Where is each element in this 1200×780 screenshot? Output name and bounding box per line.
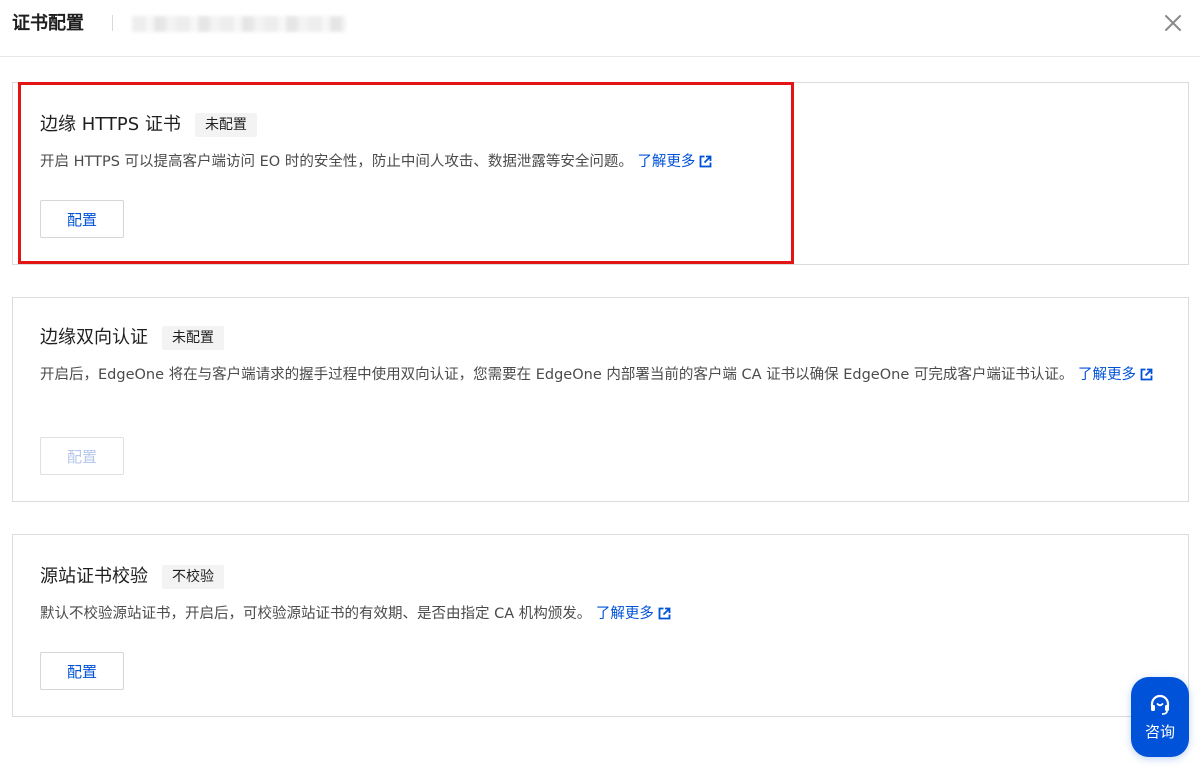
external-link-icon xyxy=(1140,368,1153,381)
consult-button[interactable]: 咨询 xyxy=(1131,677,1189,757)
card-description: 默认不校验源站证书，开启后，可校验源站证书的有效期、是否由指定 CA 机构颁发。… xyxy=(40,603,1168,626)
external-link-icon xyxy=(700,155,712,168)
card-origin-cert-verify: 源站证书校验 不校验 默认不校验源站证书，开启后，可校验源站证书的有效期、是否由… xyxy=(12,534,1189,717)
card-description: 开启后，EdgeOne 将在与客户端请求的握手过程中使用双向认证，您需要在 Ed… xyxy=(40,364,1168,387)
learn-more-label: 了解更多 xyxy=(595,606,654,622)
learn-more-link[interactable]: 了解更多 xyxy=(637,154,712,170)
external-link-icon xyxy=(658,607,671,620)
dialog-header: 证书配置 xyxy=(0,0,1200,57)
learn-more-link[interactable]: 了解更多 xyxy=(596,606,671,622)
status-badge: 未配置 xyxy=(194,113,257,137)
configure-button-disabled[interactable]: 配置 xyxy=(40,437,124,475)
close-icon xyxy=(1165,15,1181,31)
configure-button[interactable]: 配置 xyxy=(40,200,124,238)
close-button[interactable] xyxy=(1160,10,1186,36)
description-text: 开启 HTTPS 可以提高客户端访问 EO 时的安全性，防止中间人攻击、数据泄露… xyxy=(40,154,633,170)
redacted-domain xyxy=(132,16,346,32)
description-text: 开启后，EdgeOne 将在与客户端请求的握手过程中使用双向认证，您需要在 Ed… xyxy=(40,367,1074,383)
card-description: 开启 HTTPS 可以提高客户端访问 EO 时的安全性，防止中间人攻击、数据泄露… xyxy=(40,151,1168,174)
card-edge-https-cert: 边缘 HTTPS 证书 未配置 开启 HTTPS 可以提高客户端访问 EO 时的… xyxy=(12,82,1189,265)
status-badge: 不校验 xyxy=(162,565,224,589)
card-edge-mutual-auth: 边缘双向认证 未配置 开启后，EdgeOne 将在与客户端请求的握手过程中使用双… xyxy=(12,297,1189,502)
headset-icon xyxy=(1150,694,1170,715)
card-title: 边缘双向认证 xyxy=(40,327,148,348)
learn-more-label: 了解更多 xyxy=(1077,367,1136,383)
consult-label: 咨询 xyxy=(1144,722,1175,741)
status-badge: 未配置 xyxy=(162,326,224,350)
card-title: 边缘 HTTPS 证书 xyxy=(40,114,181,135)
dialog-title: 证书配置 xyxy=(12,13,84,34)
header-divider xyxy=(112,15,113,31)
learn-more-link[interactable]: 了解更多 xyxy=(1078,367,1153,383)
learn-more-label: 了解更多 xyxy=(637,154,696,170)
card-title: 源站证书校验 xyxy=(40,566,148,587)
configure-button[interactable]: 配置 xyxy=(40,652,124,690)
description-text: 默认不校验源站证书，开启后，可校验源站证书的有效期、是否由指定 CA 机构颁发。 xyxy=(40,606,592,622)
